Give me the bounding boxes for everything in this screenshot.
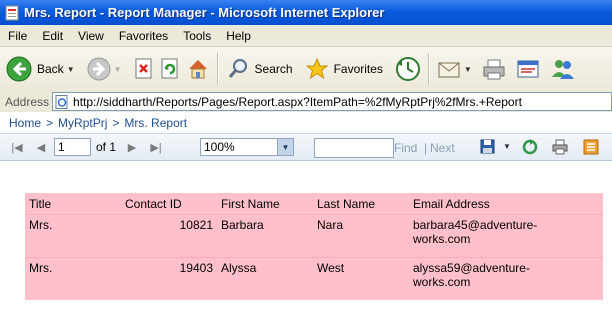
page-number-input[interactable]: 1 <box>54 138 91 156</box>
table-header-row: Title Contact ID First Name Last Name Em… <box>25 193 603 215</box>
report-manager-icon <box>5 5 19 20</box>
export-save-icon[interactable] <box>480 139 496 155</box>
history-button[interactable] <box>392 51 424 87</box>
mail-dropdown-icon[interactable]: ▼ <box>464 65 472 74</box>
column-header-first-name: First Name <box>221 196 280 211</box>
forward-dropdown-icon[interactable]: ▼ <box>114 65 122 74</box>
menu-view[interactable]: View <box>70 29 111 43</box>
cell-email-line2: works.com <box>413 232 471 246</box>
chevron-down-icon[interactable]: ▼ <box>277 139 293 155</box>
column-header-last-name: Last Name <box>317 196 376 211</box>
search-label: Search <box>254 62 293 76</box>
address-url: http://siddharth/Reports/Pages/Report.as… <box>73 94 522 109</box>
column-header-email: Email Address <box>413 196 490 211</box>
menu-file[interactable]: File <box>0 29 34 43</box>
export-dropdown-icon[interactable]: ▼ <box>503 142 511 151</box>
breadcrumb-separator: > <box>112 115 120 130</box>
breadcrumb: Home > MyRptPrj > Mrs. Report <box>0 112 612 134</box>
table-row: Mrs. 10821 Barbara Nara barbara45@advent… <box>25 214 603 258</box>
breadcrumb-project[interactable]: MyRptPrj <box>58 116 107 130</box>
cell-email-line1: barbara45@adventure- <box>413 218 538 232</box>
print-report-icon[interactable] <box>552 139 568 155</box>
previous-page-icon[interactable]: ◀ <box>33 141 49 154</box>
report-table: Title Contact ID First Name Last Name Em… <box>25 193 603 300</box>
messenger-icon <box>551 60 574 79</box>
favorites-label: Favorites <box>333 62 383 76</box>
back-arrow-icon <box>6 56 32 82</box>
document-map-icon[interactable] <box>583 139 599 155</box>
search-button[interactable]: Search <box>223 51 296 87</box>
cell-last-name: Nara <box>313 214 409 258</box>
cell-email-line2: works.com <box>413 275 471 289</box>
cell-email: barbara45@adventure- works.com <box>409 214 603 258</box>
menu-edit[interactable]: Edit <box>34 29 70 43</box>
messenger-button[interactable] <box>547 51 579 87</box>
column-header-title: Title <box>29 196 52 211</box>
back-button[interactable]: Back ▼ <box>0 51 78 87</box>
home-button[interactable] <box>183 51 213 87</box>
breadcrumb-home[interactable]: Home <box>9 116 41 130</box>
zoom-select[interactable]: 100% ▼ <box>200 138 294 156</box>
page-count: of 1 <box>96 140 117 154</box>
cell-title: Mrs. <box>25 257 121 300</box>
forward-arrow-icon <box>87 57 111 81</box>
star-icon <box>305 57 328 80</box>
table-row: Mrs. 19403 Alyssa West alyssa59@adventur… <box>25 257 603 300</box>
toolbar-separator <box>216 53 219 85</box>
refresh-button[interactable] <box>157 51 183 87</box>
breadcrumb-separator: > <box>46 115 54 130</box>
window-title-bar: Mrs. Report - Report Manager - Microsoft… <box>0 0 612 25</box>
printer-icon <box>483 59 505 80</box>
print-button[interactable] <box>479 51 509 87</box>
mail-button[interactable]: ▼ <box>434 51 475 87</box>
find-input[interactable] <box>314 138 394 158</box>
search-icon <box>228 59 247 78</box>
stop-button[interactable] <box>131 51 157 87</box>
cell-first-name: Barbara <box>217 214 313 258</box>
browser-toolbar: Back ▼ ▼ Search Favorites ▼ <box>0 47 612 92</box>
next-page-icon[interactable]: ▶ <box>124 141 140 154</box>
zoom-value: 100% <box>204 140 235 154</box>
back-label: Back <box>37 62 64 76</box>
cell-first-name: Alyssa <box>217 257 313 300</box>
last-page-icon[interactable]: ▶| <box>148 141 164 154</box>
find-separator: | <box>424 141 428 155</box>
first-page-icon[interactable]: |◀ <box>9 141 25 154</box>
refresh-icon <box>161 58 178 79</box>
menu-help[interactable]: Help <box>218 29 258 43</box>
refresh-report-icon[interactable] <box>522 139 538 155</box>
menu-bar: File Edit View Favorites Tools Help <box>0 25 612 47</box>
forward-button[interactable]: ▼ <box>84 51 125 87</box>
cell-contact-id: 19403 <box>121 257 217 300</box>
back-dropdown-icon[interactable]: ▼ <box>67 65 75 74</box>
find-link[interactable]: Find <box>394 141 417 155</box>
next-link[interactable]: Next <box>430 141 455 155</box>
menu-favorites[interactable]: Favorites <box>111 29 175 43</box>
cell-contact-id: 10821 <box>121 214 217 258</box>
menu-tools[interactable]: Tools <box>175 29 218 43</box>
stop-icon <box>135 58 152 79</box>
report-viewer: Home > MyRptPrj > Mrs. Report |◀ ◀ 1 of … <box>0 112 612 320</box>
ie-page-icon <box>55 94 68 109</box>
cell-last-name: West <box>313 257 409 300</box>
address-input[interactable]: http://siddharth/Reports/Pages/Report.as… <box>52 92 612 111</box>
window-title: Mrs. Report - Report Manager - Microsoft… <box>24 5 385 20</box>
favorites-button[interactable]: Favorites <box>302 51 386 87</box>
edit-page-icon <box>517 60 539 78</box>
report-toolbar: |◀ ◀ 1 of 1 ▶ ▶| 100% ▼ Find | Next ▼ <box>0 134 612 161</box>
history-icon <box>395 57 420 81</box>
breadcrumb-report: Mrs. Report <box>124 115 188 130</box>
toolbar-separator <box>427 53 430 85</box>
column-header-contact-id: Contact ID <box>125 196 182 211</box>
cell-title: Mrs. <box>25 214 121 258</box>
address-label: Address <box>5 94 50 109</box>
cell-email-line1: alyssa59@adventure- <box>413 261 530 275</box>
edit-button[interactable] <box>513 51 543 87</box>
mail-icon <box>438 62 460 78</box>
home-icon <box>188 60 207 79</box>
address-bar: Address http://siddharth/Reports/Pages/R… <box>0 91 612 113</box>
cell-email: alyssa59@adventure- works.com <box>409 257 603 300</box>
